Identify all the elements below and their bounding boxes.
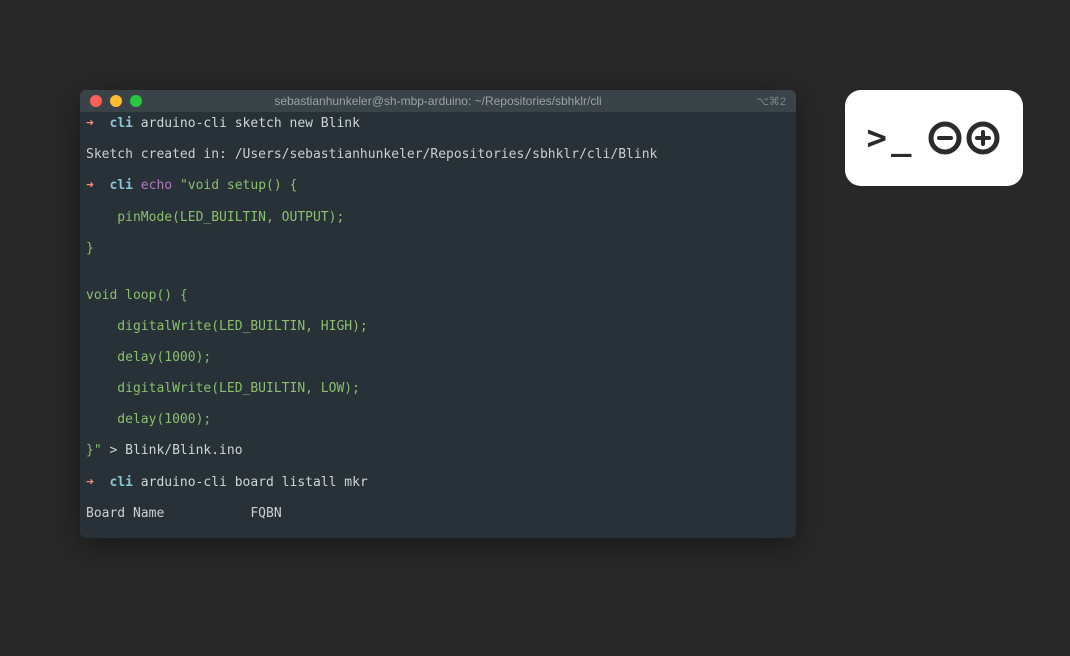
echo-string: delay(1000); [86,350,790,366]
window-title: sebastianhunkeler@sh-mbp-arduino: ~/Repo… [80,94,796,108]
close-icon[interactable] [90,95,102,107]
output-sketch-created: Sketch created in: /Users/sebastianhunke… [86,147,790,163]
board-list-row: Arduino MKR FOX 1200 arduino:samd:mkrfox… [86,537,790,538]
prompt-cwd: cli [109,116,132,131]
echo-string: "void setup() { [180,178,297,193]
echo-string: } [86,241,790,257]
arduino-cli-logo-card: >_ [845,90,1023,186]
command-echo: echo [141,178,172,193]
prompt-arrow-icon: ➜ [86,178,94,193]
prompt-cwd: cli [109,475,132,490]
echo-string: digitalWrite(LED_BUILTIN, HIGH); [86,319,790,335]
prompt-cwd: cli [109,178,132,193]
maximize-icon[interactable] [130,95,142,107]
command-1: arduino-cli sketch new Blink [141,116,360,131]
prompt-arrow-icon: ➜ [86,116,94,131]
command-3: arduino-cli board listall mkr [141,475,368,490]
window-shortcut-badge: ⌥⌘2 [756,95,786,108]
prompt-glyph-icon: >_ [867,121,916,155]
echo-string: delay(1000); [86,412,790,428]
minimize-icon[interactable] [110,95,122,107]
infinity-icon [927,120,1001,156]
board-list-header: Board Name FQBN [86,506,790,522]
terminal-window[interactable]: sebastianhunkeler@sh-mbp-arduino: ~/Repo… [80,90,796,538]
echo-string: pinMode(LED_BUILTIN, OUTPUT); [86,210,790,226]
window-titlebar: sebastianhunkeler@sh-mbp-arduino: ~/Repo… [80,90,796,112]
prompt-arrow-icon: ➜ [86,475,94,490]
echo-string: void loop() { [86,288,790,304]
traffic-lights [90,95,142,107]
terminal-output[interactable]: ➜ cli arduino-cli sketch new Blink Sketc… [80,112,796,538]
echo-string: }" [86,443,102,458]
echo-string: digitalWrite(LED_BUILTIN, LOW); [86,381,790,397]
echo-redirect: > Blink/Blink.ino [102,443,243,458]
